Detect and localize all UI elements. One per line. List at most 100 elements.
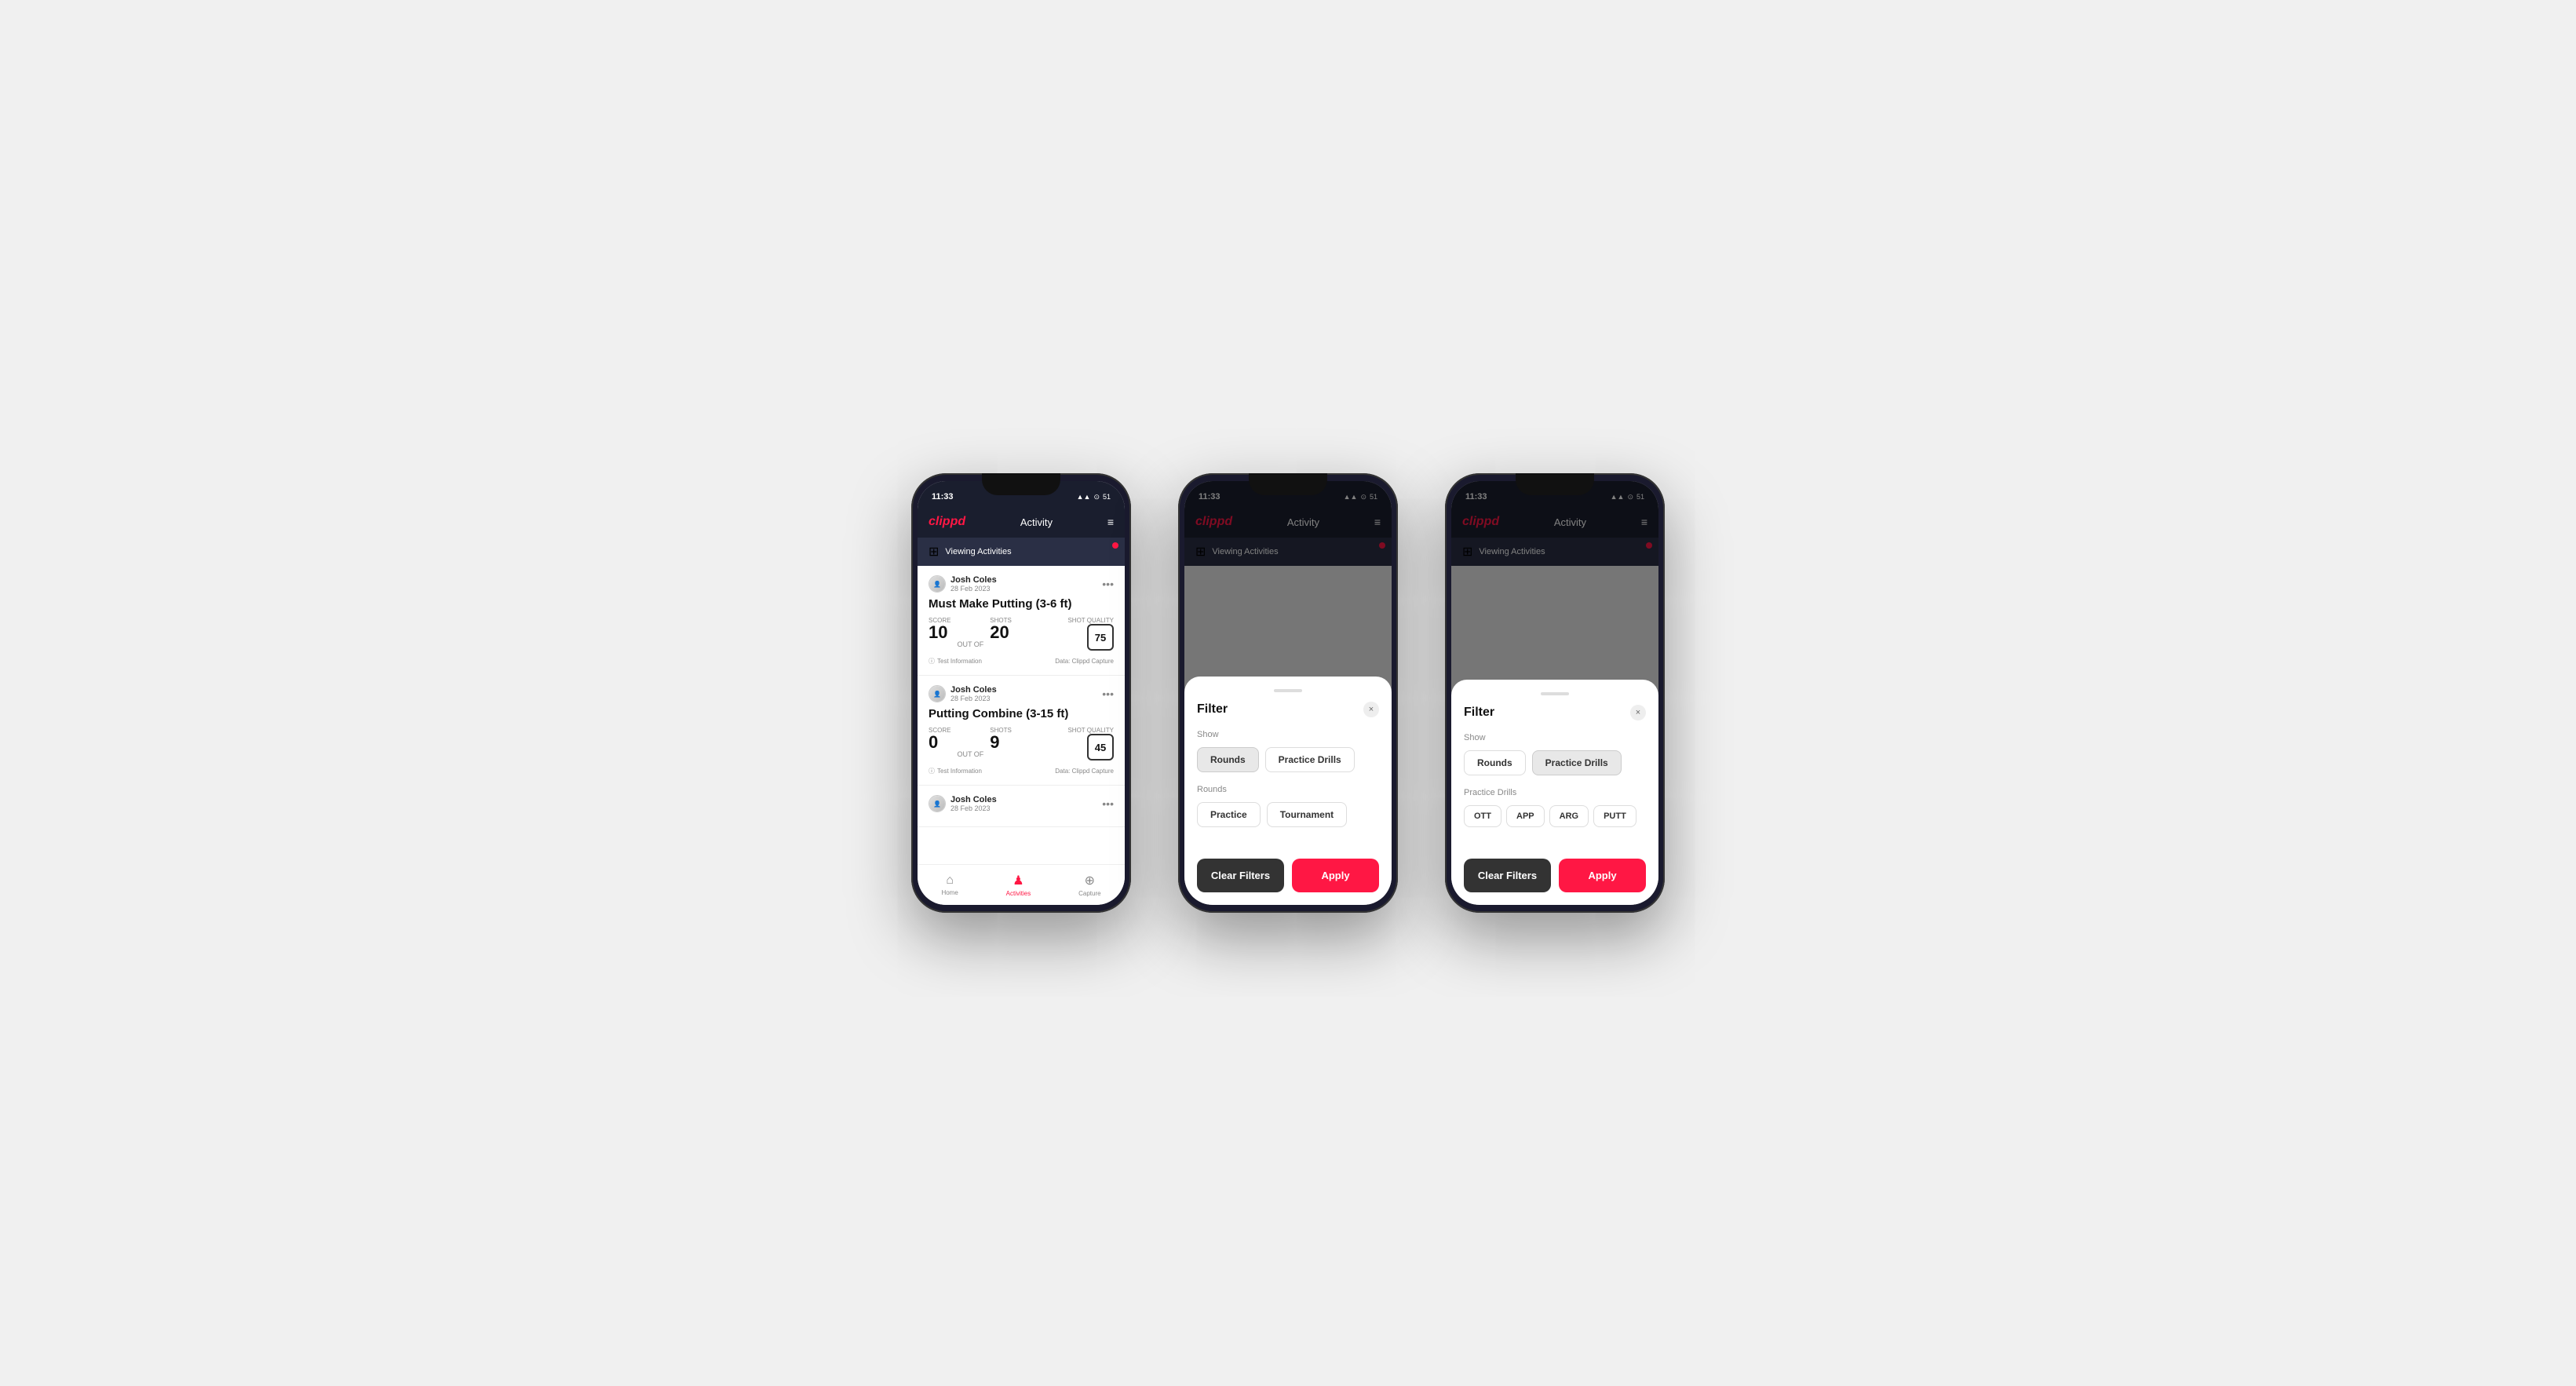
modal-title-3: Filter [1464,706,1494,720]
stat-group-shots-0: Shots 20 [990,617,1012,641]
quality-label-0: Shot Quality [1067,617,1114,624]
modal-footer-2: Clear Filters Apply [1197,859,1379,892]
show-buttons-3: Rounds Practice Drills [1464,750,1646,775]
activity-title-1: Putting Combine (3-15 ft) [929,707,1114,720]
stat-group-quality-1: Shot Quality 45 [1067,727,1114,760]
data-source-1: Data: Clippd Capture [1055,768,1114,775]
user-name-0: Josh Coles [950,575,997,585]
phone-1-notch [982,473,1060,495]
test-info-0: ⓘ Test Information [929,657,982,666]
avatar-2: 👤 [929,795,946,812]
stat-group-quality-0: Shot Quality 75 [1067,617,1114,651]
user-info-2: 👤 Josh Coles 28 Feb 2023 [929,795,997,812]
rounds-buttons-2: Practice Tournament [1197,802,1379,827]
filter-dot-1 [1112,542,1118,549]
avatar-img-2: 👤 [929,796,945,812]
capture-icon-1: ⊕ [1085,873,1095,888]
drill-tag-ott[interactable]: OTT [1464,805,1501,827]
user-date-1: 28 Feb 2023 [950,695,997,702]
drill-tag-app[interactable]: APP [1506,805,1545,827]
test-info-1: ⓘ Test Information [929,767,982,775]
activity-header-0: 👤 Josh Coles 28 Feb 2023 ••• [929,575,1114,593]
clear-filters-btn-3[interactable]: Clear Filters [1464,859,1551,892]
modal-footer-3: Clear Filters Apply [1464,859,1646,892]
filter-banner-1[interactable]: ⊞ Viewing Activities [918,538,1125,566]
clear-filters-btn-2[interactable]: Clear Filters [1197,859,1284,892]
user-name-1: Josh Coles [950,685,997,695]
dots-menu-0[interactable]: ••• [1102,578,1114,590]
avatar-img-0: 👤 [929,576,945,592]
apply-btn-2[interactable]: Apply [1292,859,1379,892]
rounds-show-btn-2[interactable]: Rounds [1197,747,1259,772]
nav-capture-1[interactable]: ⊕ Capture [1078,873,1100,897]
show-buttons-2: Rounds Practice Drills [1197,747,1379,772]
phone-3-notch [1516,473,1594,495]
activities-label-1: Activities [1006,890,1031,897]
avatar-img-1: 👤 [929,686,945,702]
user-date-0: 28 Feb 2023 [950,585,997,593]
activity-list-1: 👤 Josh Coles 28 Feb 2023 ••• Must Make P… [918,566,1125,864]
modal-close-2[interactable]: × [1363,702,1379,717]
stat-group-shots-1: Shots 9 [990,727,1012,751]
quality-badge-1: 45 [1087,734,1114,760]
modal-close-3[interactable]: × [1630,705,1646,720]
show-label-2: Show [1197,730,1379,739]
modal-header-3: Filter × [1464,705,1646,720]
phone-2-notch [1249,473,1327,495]
filter-modal-overlay-3: Filter × Show Rounds Practice Drills Pra… [1451,481,1658,905]
home-icon-1: ⌂ [946,874,954,888]
phone-2: 11:33 ▲▲ ⊙ 51 clippd Activity ≡ ⊞ Vi [1178,473,1398,913]
phones-container: 11:33 ▲▲ ⊙ 51 clippd Activity ≡ ⊞ Vi [911,473,1665,913]
drills-label-3: Practice Drills [1464,788,1646,797]
activity-footer-0: ⓘ Test Information Data: Clippd Capture [929,657,1114,666]
user-info-0: 👤 Josh Coles 28 Feb 2023 [929,575,997,593]
practice-btn-2[interactable]: Practice [1197,802,1261,827]
activity-header-1: 👤 Josh Coles 28 Feb 2023 ••• [929,685,1114,702]
phone-1-screen: 11:33 ▲▲ ⊙ 51 clippd Activity ≡ ⊞ Vi [918,481,1125,905]
activity-footer-1: ⓘ Test Information Data: Clippd Capture [929,767,1114,775]
activities-icon-1: ♟ [1013,873,1023,888]
capture-label-1: Capture [1078,890,1100,897]
info-icon-1: ⓘ [929,767,935,775]
user-name-2: Josh Coles [950,795,997,804]
filter-modal-2: Filter × Show Rounds Practice Drills Rou… [1184,677,1392,905]
menu-icon-1[interactable]: ≡ [1107,516,1114,528]
phone-3: 11:33 ▲▲ ⊙ 51 clippd Activity ≡ ⊞ Vi [1445,473,1665,913]
stats-row-0: Score 10 OUT OF Shots 20 Shot Quality 75 [929,617,1114,651]
phone-2-screen: 11:33 ▲▲ ⊙ 51 clippd Activity ≡ ⊞ Vi [1184,481,1392,905]
avatar-0: 👤 [929,575,946,593]
nav-activities-1[interactable]: ♟ Activities [1006,873,1031,897]
nav-home-1[interactable]: ⌂ Home [941,874,958,896]
out-of-0: OUT OF [957,640,983,651]
drills-show-btn-2[interactable]: Practice Drills [1265,747,1355,772]
out-of-1: OUT OF [957,750,983,760]
battery-icon: 51 [1103,493,1111,501]
drills-show-btn-3[interactable]: Practice Drills [1532,750,1622,775]
home-label-1: Home [941,889,958,896]
bottom-nav-1: ⌂ Home ♟ Activities ⊕ Capture [918,864,1125,905]
score-value-0: 10 [929,624,950,641]
apply-btn-3[interactable]: Apply [1559,859,1646,892]
signal-icon: ▲▲ [1077,493,1091,501]
activity-item-2: 👤 Josh Coles 28 Feb 2023 ••• [918,786,1125,827]
rounds-show-btn-3[interactable]: Rounds [1464,750,1526,775]
score-value-1: 0 [929,734,950,751]
quality-badge-0: 75 [1087,624,1114,651]
avatar-1: 👤 [929,685,946,702]
header-title-1: Activity [1020,516,1053,528]
modal-handle-2 [1274,689,1302,692]
stats-row-1: Score 0 OUT OF Shots 9 Shot Quality 45 [929,727,1114,760]
quality-label-1: Shot Quality [1067,727,1114,734]
dots-menu-2[interactable]: ••• [1102,797,1114,810]
drill-tag-arg[interactable]: ARG [1549,805,1589,827]
modal-handle-3 [1541,692,1569,695]
filter-modal-overlay-2: Filter × Show Rounds Practice Drills Rou… [1184,481,1392,905]
tournament-btn-2[interactable]: Tournament [1267,802,1347,827]
drill-tags-3: OTT APP ARG PUTT [1464,805,1646,827]
logo-1: clippd [929,515,965,529]
dots-menu-1[interactable]: ••• [1102,688,1114,700]
drill-tag-putt[interactable]: PUTT [1593,805,1636,827]
activity-title-0: Must Make Putting (3-6 ft) [929,597,1114,611]
rounds-label-2: Rounds [1197,785,1379,794]
filter-modal-3: Filter × Show Rounds Practice Drills Pra… [1451,680,1658,905]
